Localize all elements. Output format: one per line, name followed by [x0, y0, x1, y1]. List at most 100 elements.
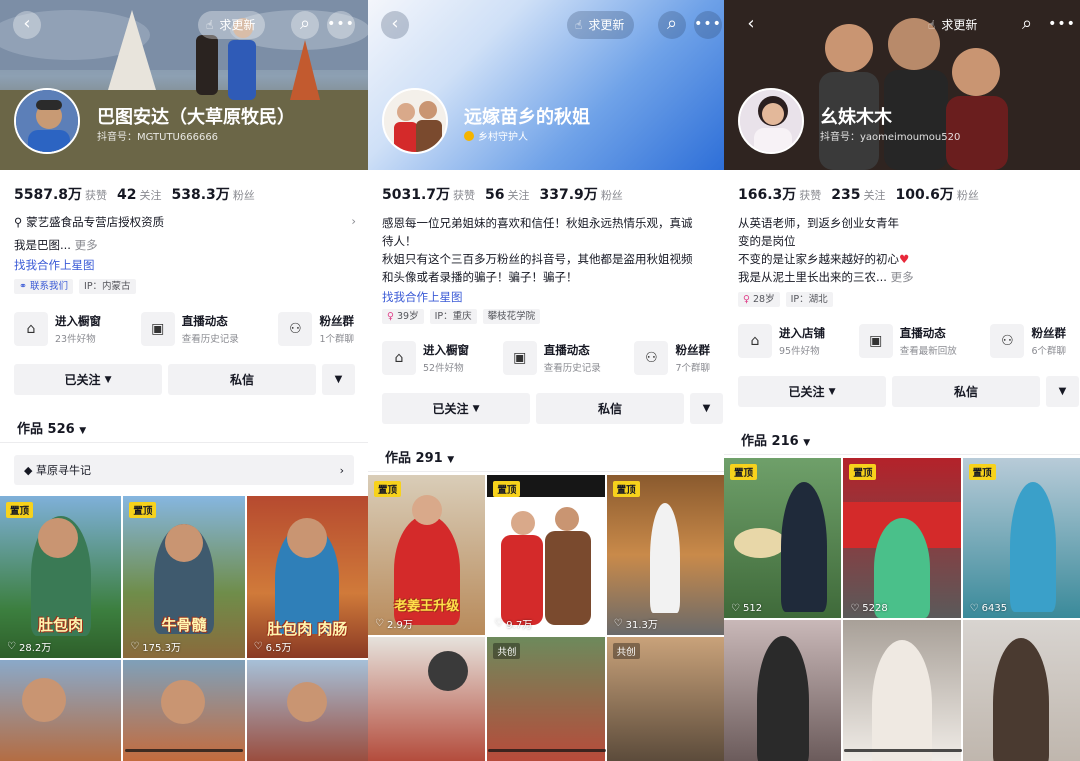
- works-tab[interactable]: 作品 291 ▼: [385, 447, 454, 466]
- avatar[interactable]: [382, 88, 448, 154]
- more-actions-button[interactable]: ▼: [1046, 376, 1079, 407]
- caret-down-icon: ▼: [702, 403, 711, 414]
- video-tile[interactable]: 置顶 肚包肉 ♡ 28.2万: [0, 496, 122, 658]
- search-icon: ⌕: [299, 13, 311, 34]
- video-tile[interactable]: 肚包肉 肉肠 ♡ 6.5万: [246, 496, 368, 658]
- age-tag: ♀ 39岁: [382, 309, 424, 324]
- caret-down-icon: ▼: [447, 455, 455, 465]
- hand-icon: ☝: [575, 18, 583, 32]
- gender-female-icon: ♀: [743, 294, 750, 305]
- video-tile[interactable]: [123, 660, 245, 761]
- live-entry[interactable]: ▣ 直播动态 查看历史记录: [502, 341, 601, 375]
- collection-row[interactable]: ◆ 草原寻牛记 ›: [14, 455, 354, 485]
- stat-likes[interactable]: 5031.7万 获赞: [382, 184, 475, 204]
- video-tile[interactable]: [843, 620, 961, 761]
- stat-following[interactable]: 42 关注: [117, 187, 161, 203]
- more-button[interactable]: •••: [694, 11, 722, 39]
- douyin-id[interactable]: 抖音号：yaomeimoumou520: [820, 128, 960, 143]
- rural-guardian-badge[interactable]: 乡村守护人: [464, 128, 528, 143]
- shop-entries: ⌂ 进入店铺 95件好物 ▣ 直播动态 查看最新回放 ⚇ 粉丝群 6个群聊: [724, 324, 1080, 358]
- search-button[interactable]: ⌕: [658, 11, 686, 39]
- stat-following[interactable]: 235 关注: [831, 187, 885, 203]
- video-tile[interactable]: 置顶 ♡ 6435: [962, 458, 1080, 618]
- cooperation-link[interactable]: 找我合作上星图: [382, 289, 463, 305]
- request-update-button[interactable]: ☝ 求更新: [567, 11, 635, 39]
- bio-more-link[interactable]: 更多: [75, 238, 98, 252]
- fan-group-entry[interactable]: ⚇ 粉丝群 1个群聊: [278, 312, 354, 346]
- stat-followers[interactable]: 100.6万 粉丝: [896, 184, 979, 204]
- message-button[interactable]: 私信: [536, 393, 684, 424]
- video-caption: 肚包肉 肉肠: [267, 620, 348, 638]
- avatar[interactable]: [738, 88, 804, 154]
- chevron-right-icon: ›: [351, 214, 356, 228]
- message-button[interactable]: 私信: [892, 376, 1040, 407]
- caret-down-icon: ▼: [104, 374, 112, 385]
- video-likes: ♡ 31.3万: [613, 618, 658, 631]
- video-tile[interactable]: [962, 620, 1080, 761]
- video-tile[interactable]: 置顶 ♡ 5228: [843, 458, 961, 618]
- shop-notice-row[interactable]: ⚲ 蒙艺盛食品专营店授权资质 ›: [14, 214, 356, 230]
- video-likes: ♡ 2.9万: [375, 618, 413, 631]
- video-tile[interactable]: 共创: [606, 637, 724, 761]
- message-button[interactable]: 私信: [168, 364, 316, 395]
- stat-likes[interactable]: 166.3万 获赞: [738, 184, 821, 204]
- back-button[interactable]: ‹: [381, 11, 409, 39]
- video-caption: 老姜王升级: [394, 599, 460, 614]
- request-update-button[interactable]: ☝ 求更新: [198, 11, 266, 39]
- video-tile[interactable]: 置顶 牛骨髓 ♡ 175.3万: [123, 496, 245, 658]
- profile-tags: ♀ 39岁 IP：重庆 攀枝花学院: [382, 309, 541, 324]
- works-tab[interactable]: 作品 526 ▼: [17, 418, 86, 437]
- video-caption: 牛骨髓: [161, 616, 207, 634]
- search-button[interactable]: ⌕: [291, 11, 319, 39]
- profile-tags: ♀ 28岁 IP：湖北: [738, 292, 833, 307]
- avatar[interactable]: [14, 88, 80, 154]
- store-entry[interactable]: ⌂ 进入店铺 95件好物: [738, 324, 825, 358]
- bio-more-link[interactable]: 更多: [891, 270, 914, 284]
- more-actions-button[interactable]: ▼: [322, 364, 355, 395]
- video-tile[interactable]: [246, 660, 368, 761]
- search-button[interactable]: ⌕: [1013, 11, 1041, 39]
- video-tile[interactable]: 置顶 老姜王升级 ♡ 2.9万: [368, 475, 486, 635]
- back-button[interactable]: ‹: [737, 11, 765, 39]
- more-actions-button[interactable]: ▼: [690, 393, 723, 424]
- caret-down-icon: ▼: [828, 386, 836, 397]
- back-button[interactable]: ‹: [13, 11, 41, 39]
- followed-button[interactable]: 已关注 ▼: [738, 376, 886, 407]
- video-tile[interactable]: 置顶 ♡ 31.3万: [606, 475, 724, 635]
- shopping-bag-icon: ⌂: [14, 312, 48, 346]
- heart-emoji-icon: ♥: [899, 252, 910, 266]
- works-tab[interactable]: 作品 216 ▼: [741, 430, 810, 449]
- video-likes: ♡ 28.2万: [7, 641, 52, 654]
- co-creation-badge: 共创: [493, 643, 521, 659]
- pinned-badge: 置顶: [374, 481, 402, 497]
- stat-following[interactable]: 56 关注: [485, 187, 529, 203]
- video-tile[interactable]: 共创: [487, 637, 605, 761]
- fan-group-entry[interactable]: ⚇ 粉丝群 6个群聊: [990, 324, 1066, 358]
- followed-button[interactable]: 已关注 ▼: [14, 364, 162, 395]
- showcase-entry[interactable]: ⌂ 进入橱窗 52件好物: [382, 341, 469, 375]
- followed-button[interactable]: 已关注 ▼: [382, 393, 530, 424]
- more-button[interactable]: •••: [327, 11, 355, 39]
- bio: 感恩每一位兄弟姐妹的喜欢和信任！秋姐永远热情乐观，真诚 待人！ 秋姐只有这个三百…: [382, 216, 693, 284]
- showcase-entry[interactable]: ⌂ 进入橱窗 23件好物: [14, 312, 101, 346]
- video-tile[interactable]: [724, 620, 842, 761]
- stat-likes[interactable]: 5587.8万 获赞: [14, 184, 107, 204]
- heart-icon: ♡: [850, 603, 860, 614]
- stat-followers[interactable]: 538.3万 粉丝: [172, 184, 255, 204]
- cooperation-link[interactable]: 找我合作上星图: [14, 257, 95, 273]
- video-tile[interactable]: [368, 637, 486, 761]
- live-entry[interactable]: ▣ 直播动态 查看历史记录: [140, 312, 239, 346]
- fan-group-entry[interactable]: ⚇ 粉丝群 7个群聊: [634, 341, 710, 375]
- live-entry[interactable]: ▣ 直播动态 查看最新回放: [858, 324, 957, 358]
- tab-divider: [0, 442, 368, 443]
- link-icon: ⚭: [19, 281, 27, 292]
- school-tag[interactable]: 攀枝花学院: [482, 309, 541, 324]
- video-tile[interactable]: 置顶 ♡ 512: [724, 458, 842, 618]
- contact-us-tag[interactable]: ⚭ 联系我们: [14, 279, 74, 294]
- video-tile[interactable]: 置顶 ♡ 9.7万: [487, 475, 605, 635]
- douyin-id[interactable]: 抖音号：MGTUTU666666: [97, 128, 218, 143]
- stat-followers[interactable]: 337.9万 粉丝: [540, 184, 623, 204]
- request-update-button[interactable]: ☝ 求更新: [920, 11, 987, 39]
- more-button[interactable]: •••: [1048, 11, 1076, 39]
- video-tile[interactable]: [0, 660, 122, 761]
